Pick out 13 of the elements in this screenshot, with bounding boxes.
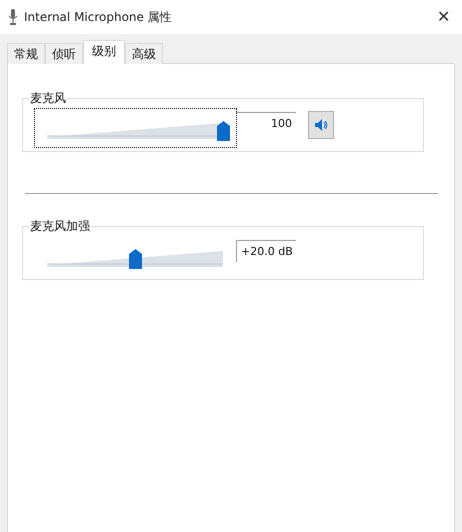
slider-thumb[interactable] <box>128 249 142 269</box>
mute-button[interactable] <box>308 111 334 139</box>
close-button[interactable]: ✕ <box>433 7 454 27</box>
window-title: Internal Microphone 属性 <box>24 8 173 26</box>
tab[interactable]: 侦听 <box>45 43 83 64</box>
tab[interactable]: 级别 <box>83 40 125 64</box>
tab[interactable]: 高级 <box>125 43 163 64</box>
slider-thumb[interactable] <box>216 121 230 141</box>
level-value: 100 <box>236 112 296 134</box>
tab[interactable]: 常规 <box>7 43 45 64</box>
speaker-icon <box>314 118 328 132</box>
microphone-icon <box>8 9 18 25</box>
level-value: +20.0 dB <box>236 240 296 262</box>
